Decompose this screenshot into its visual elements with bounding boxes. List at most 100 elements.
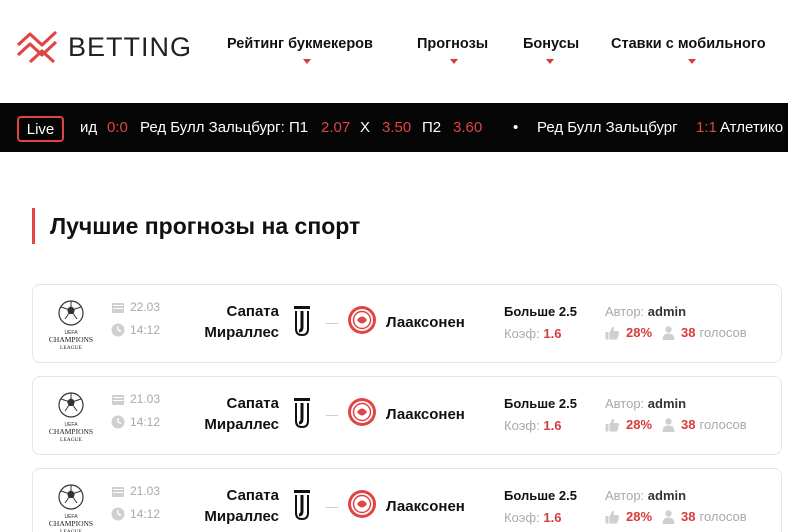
author-label: Автор: — [605, 488, 645, 503]
nav-item-label: Бонусы — [523, 36, 580, 52]
author-name[interactable]: admin — [648, 488, 686, 503]
logo-mark-icon — [16, 30, 58, 64]
coef-label: Коэф: — [504, 326, 540, 341]
author-name[interactable]: admin — [648, 396, 686, 411]
ticker-odd-p2[interactable]: 3.60 — [453, 119, 482, 136]
caret-down-icon — [546, 59, 554, 64]
player-2: Мираллес — [204, 324, 279, 341]
forecast-text: Больше 2.5 — [504, 488, 577, 503]
nav-item-label: Рейтинг букмекеров — [227, 36, 373, 52]
match-time: 14:12 — [111, 323, 160, 337]
player-2: Мираллес — [204, 416, 279, 433]
site-header: BETTING Рейтинг букмекеров Прогнозы Бону… — [0, 0, 788, 103]
vote-stats: 28% 38 голосов — [605, 325, 747, 340]
match-date: 21.03 — [111, 392, 160, 406]
players: Сапата Мираллес — [183, 301, 279, 343]
ticker-match[interactable]: Ред Булл Зальцбург: П1 — [140, 119, 308, 136]
coef-value: 1.6 — [543, 326, 562, 341]
coefficient: Коэф: 1.6 — [504, 418, 561, 433]
nav-item-forecasts[interactable]: Прогнозы — [417, 36, 489, 64]
forecast-text: Больше 2.5 — [504, 304, 577, 319]
ticker-odd-x[interactable]: 3.50 — [382, 119, 411, 136]
clock-icon — [111, 323, 125, 337]
vote-stats: 28% 38 голосов — [605, 417, 747, 432]
coef-value: 1.6 — [543, 418, 562, 433]
forecast-card[interactable]: UEFA CHAMPIONS LEAGUE 21.03 14:12 Сапата… — [32, 376, 782, 455]
ticker-score: 1:1 — [696, 119, 717, 136]
votes-label: голосов — [699, 417, 747, 432]
author-label: Автор: — [605, 304, 645, 319]
juventus-crest-icon — [294, 306, 310, 337]
versus-dash — [326, 507, 338, 508]
thumbs-up-icon[interactable] — [605, 510, 620, 524]
versus-dash — [326, 323, 338, 324]
caret-down-icon — [688, 59, 696, 64]
date-text: 21.03 — [130, 392, 161, 406]
juventus-crest-icon — [294, 490, 310, 521]
votes-label: голосов — [699, 509, 747, 524]
live-badge[interactable]: Live — [17, 116, 64, 142]
nav-item-label: Ставки с мобильного — [611, 36, 766, 52]
live-ticker: Live ид 0:0 Ред Булл Зальцбург: П1 2.07 … — [0, 103, 788, 152]
player-1: Сапата — [226, 487, 279, 504]
approval-percent: 28% — [626, 417, 653, 432]
author-name[interactable]: admin — [648, 304, 686, 319]
league-line1: CHAMPIONS — [49, 335, 93, 344]
nav-item-mobile-bets[interactable]: Ставки с мобильного — [611, 36, 766, 64]
calendar-icon — [112, 395, 124, 405]
user-icon — [662, 325, 675, 340]
author: Автор: admin — [605, 488, 686, 503]
opponent-name[interactable]: Лааксонен — [386, 406, 465, 423]
nav-item-label: Прогнозы — [417, 36, 489, 52]
forecast-text: Больше 2.5 — [504, 396, 577, 411]
forecast-card[interactable]: UEFA CHAMPIONS LEAGUE 21.03 14:12 Сапата… — [32, 468, 782, 532]
ticker-match-opponent[interactable]: Атлетико — [720, 119, 783, 136]
coefficient: Коэф: 1.6 — [504, 510, 561, 525]
clock-icon — [111, 507, 125, 521]
ticker-odd-p1[interactable]: 2.07 — [321, 119, 350, 136]
date-text: 21.03 — [130, 484, 161, 498]
nav-item-bonuses[interactable]: Бонусы — [523, 36, 580, 64]
time-text: 14:12 — [130, 415, 161, 429]
brand-name: BETTING — [68, 31, 193, 62]
votes-label: голосов — [699, 325, 747, 340]
thumbs-up-icon[interactable] — [605, 418, 620, 432]
vote-count: 38 — [681, 325, 696, 340]
vote-count: 38 — [681, 417, 696, 432]
time-text: 14:12 — [130, 507, 161, 521]
author: Автор: admin — [605, 304, 686, 319]
versus-dash — [326, 415, 338, 416]
player-1: Сапата — [226, 303, 279, 320]
match-date: 21.03 — [111, 484, 160, 498]
vote-count: 38 — [681, 509, 696, 524]
league-line2: LEAGUE — [60, 437, 83, 443]
section-title: Лучшие прогнозы на спорт — [32, 208, 360, 244]
coef-label: Коэф: — [504, 510, 540, 525]
match-time: 14:12 — [111, 507, 160, 521]
author: Автор: admin — [605, 396, 686, 411]
coefficient: Коэф: 1.6 — [504, 326, 561, 341]
approval-percent: 28% — [626, 509, 653, 524]
calendar-icon — [112, 487, 124, 497]
opponent-name[interactable]: Лааксонен — [386, 314, 465, 331]
brand-logo[interactable]: BETTING — [16, 29, 192, 65]
coef-value: 1.6 — [543, 510, 562, 525]
approval-percent: 28% — [626, 325, 653, 340]
ticker-match[interactable]: Ред Булл Зальцбург — [537, 119, 678, 136]
juventus-crest-icon — [294, 398, 310, 429]
players: Сапата Мираллес — [183, 485, 279, 527]
players: Сапата Мираллес — [183, 393, 279, 435]
opponent-name[interactable]: Лааксонен — [386, 498, 465, 515]
forecast-card[interactable]: UEFA CHAMPIONS LEAGUE 22.03 14:12 Сапата… — [32, 284, 782, 363]
league-line1: CHAMPIONS — [49, 519, 93, 528]
champions-league-logo: UEFA CHAMPIONS LEAGUE — [49, 300, 93, 351]
match-time: 14:12 — [111, 415, 160, 429]
time-text: 14:12 — [130, 323, 161, 337]
thumbs-up-icon[interactable] — [605, 326, 620, 340]
olympiacos-crest-icon — [348, 490, 376, 518]
olympiacos-crest-icon — [348, 306, 376, 334]
champions-league-logo: UEFA CHAMPIONS LEAGUE — [49, 392, 93, 443]
caret-down-icon — [450, 59, 458, 64]
ticker-x-label: Х — [360, 119, 371, 136]
nav-item-bookmakers[interactable]: Рейтинг букмекеров — [227, 36, 373, 64]
